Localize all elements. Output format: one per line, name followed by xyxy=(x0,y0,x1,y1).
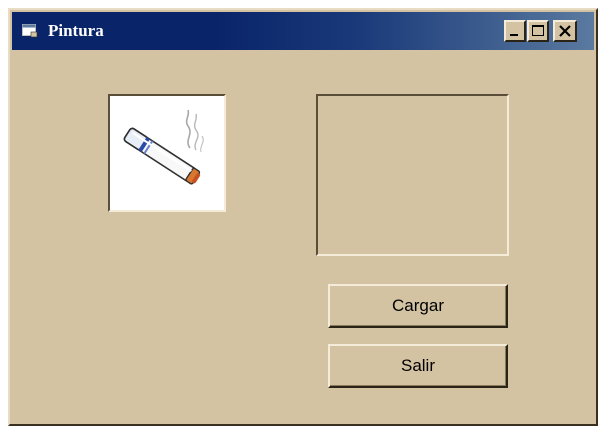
close-icon xyxy=(559,25,571,37)
close-button[interactable] xyxy=(553,20,577,42)
pintura-window: Pintura Cargar Salir xyxy=(8,8,598,426)
picture-frame[interactable] xyxy=(316,94,509,256)
image-box[interactable] xyxy=(108,94,226,212)
window-title: Pintura xyxy=(48,21,104,40)
salir-button[interactable]: Salir xyxy=(328,344,508,388)
maximize-button[interactable] xyxy=(527,20,549,42)
cigarette-icon xyxy=(123,109,204,185)
minimize-button[interactable] xyxy=(504,20,526,42)
cargar-button[interactable]: Cargar xyxy=(328,284,508,328)
app-window-icon[interactable] xyxy=(22,24,38,38)
minimize-icon xyxy=(510,34,518,36)
maximize-icon xyxy=(532,25,544,36)
title-bar[interactable]: Pintura xyxy=(12,12,594,50)
